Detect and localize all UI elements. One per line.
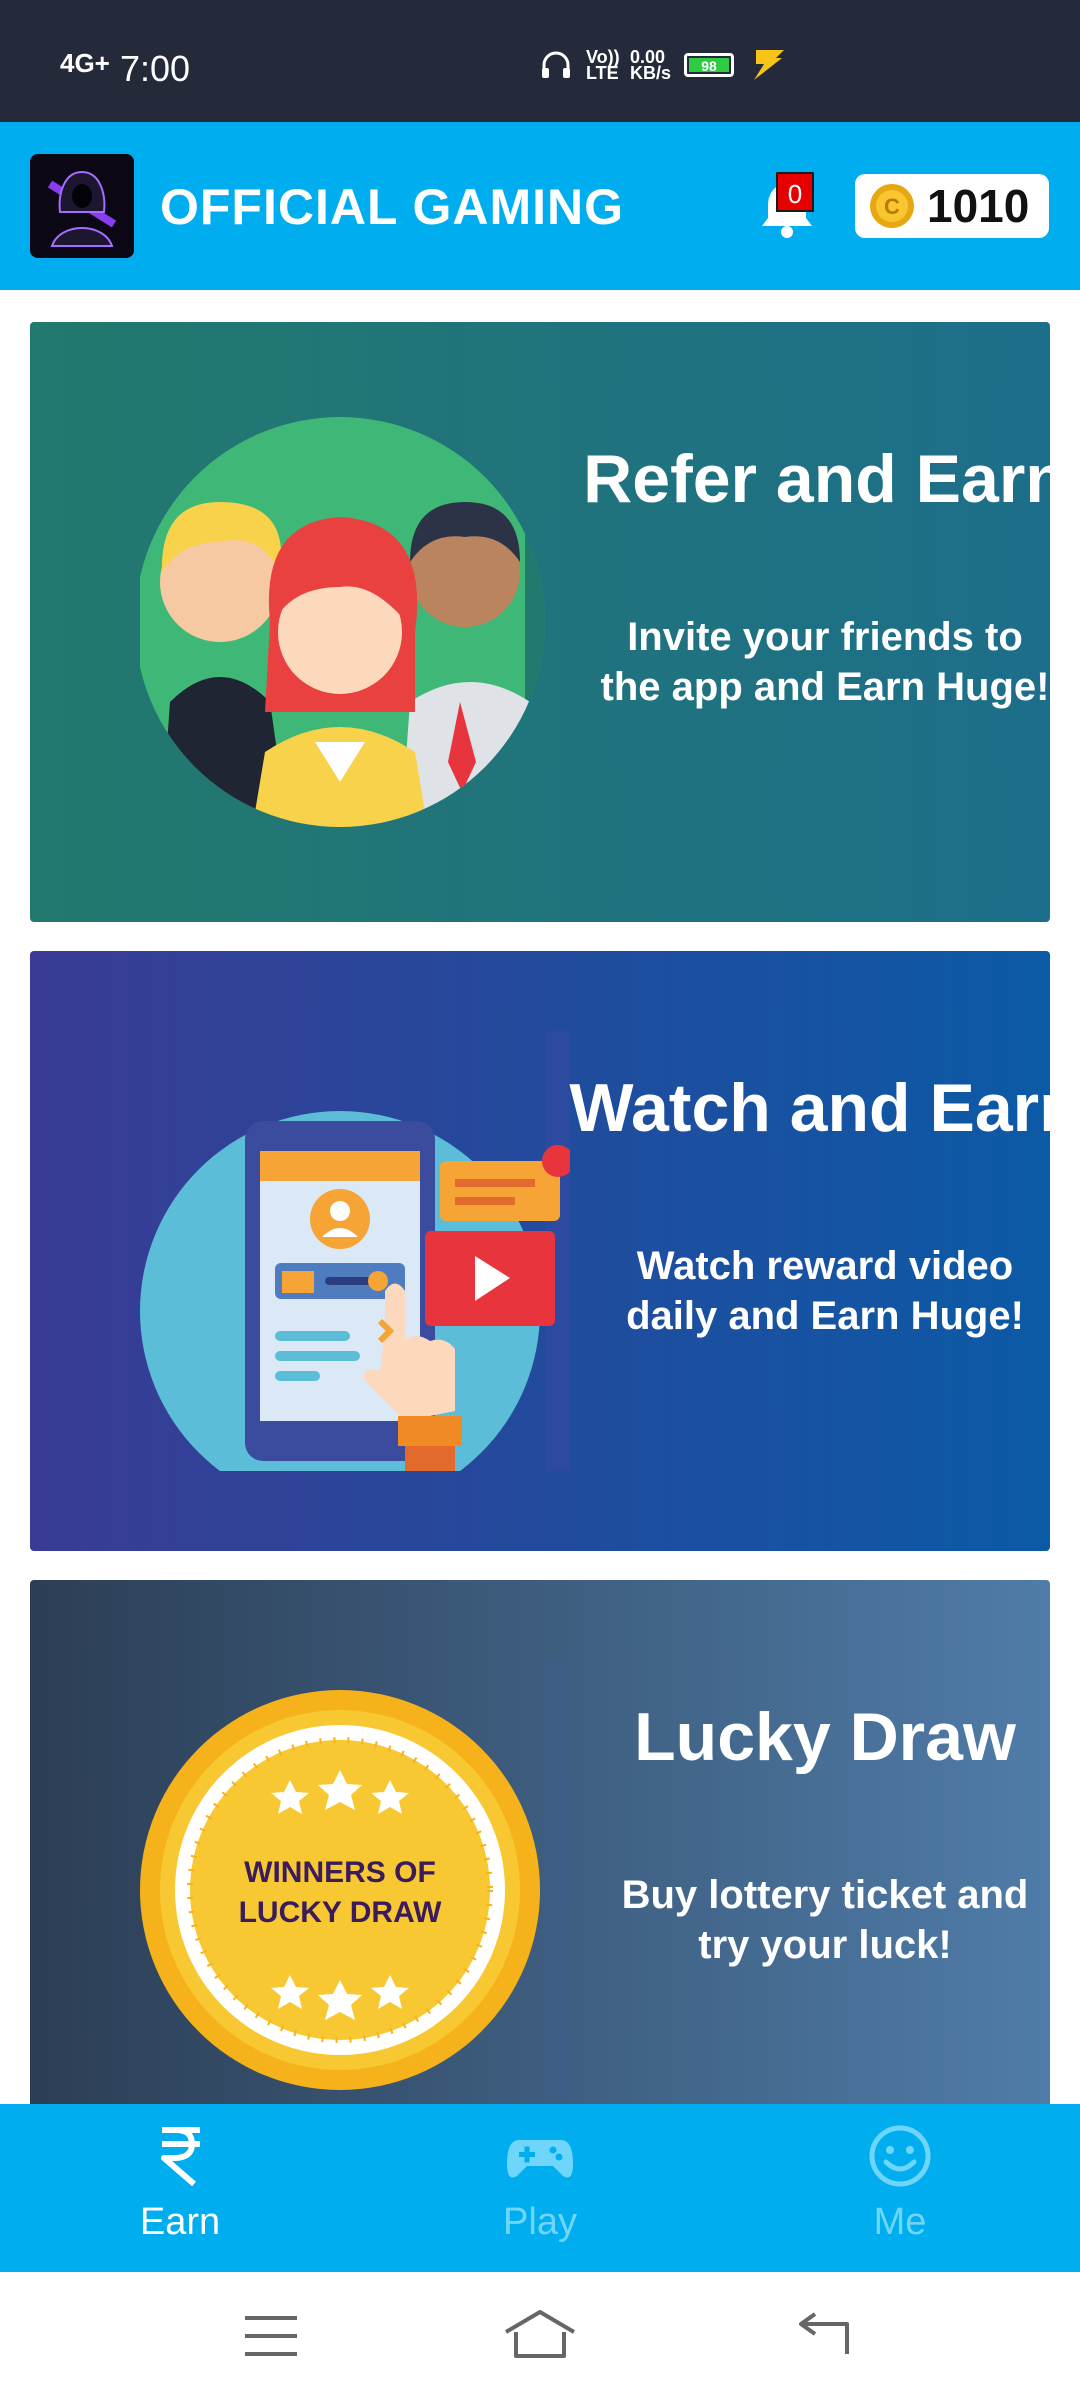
headphones-icon bbox=[542, 51, 570, 78]
card-subtitle-line2: daily and Earn Huge! bbox=[626, 1294, 1024, 1338]
back-icon[interactable] bbox=[795, 2312, 851, 2358]
nav-tab-me[interactable]: Me bbox=[800, 2124, 1000, 2244]
nav-tab-earn[interactable]: Earn bbox=[80, 2124, 280, 2244]
lucky-draw-badge-illustration: WINNERS OF LUCKY DRAW bbox=[140, 1660, 570, 2100]
network-speed: 0.00 KB/s bbox=[630, 47, 672, 83]
friends-illustration bbox=[140, 417, 545, 827]
badge-text-line2: LUCKY DRAW bbox=[239, 1896, 442, 1929]
coin-icon: C bbox=[870, 184, 914, 228]
hooded-figure-icon bbox=[30, 154, 134, 258]
card-subtitle-line1: Watch reward video bbox=[636, 1244, 1014, 1288]
video-reward-illustration bbox=[140, 1031, 570, 1471]
card-title: Lucky Draw bbox=[634, 1699, 1016, 1775]
battery-icon: 98 bbox=[684, 53, 734, 77]
menu-icon[interactable] bbox=[243, 2314, 299, 2358]
gamepad-icon bbox=[507, 2140, 573, 2178]
coin-balance[interactable]: C 1010 bbox=[855, 174, 1049, 238]
app-title: OFFICIAL GAMING bbox=[160, 179, 625, 235]
nav-label: Play bbox=[503, 2201, 577, 2243]
badge-text-line1: WINNERS OF bbox=[244, 1856, 436, 1889]
status-bar: 4G+ 7:00 Vo)) LTE 0.00 KB/s 98 bbox=[0, 0, 1080, 122]
nav-tab-play[interactable]: Play bbox=[440, 2124, 640, 2244]
lucky-draw-card[interactable]: WINNERS OF LUCKY DRAW Lucky Draw Buy lot… bbox=[30, 1580, 1050, 2180]
watch-and-earn-card[interactable]: Watch and Earn Watch reward video daily … bbox=[30, 951, 1050, 1551]
status-time: 7:00 bbox=[120, 48, 191, 89]
network-indicator: 4G+ bbox=[60, 48, 110, 78]
card-title: Refer and Earn bbox=[583, 441, 1050, 517]
card-subtitle-line2: try your luck! bbox=[698, 1923, 952, 1967]
notification-badge: 0 bbox=[776, 172, 814, 212]
charging-icon bbox=[754, 50, 784, 80]
refer-and-earn-card[interactable]: Refer and Earn Invite your friends to th… bbox=[30, 322, 1050, 922]
volte-indicator: Vo)) LTE bbox=[586, 47, 620, 83]
home-icon[interactable] bbox=[502, 2308, 578, 2360]
card-title: Watch and Earn bbox=[569, 1070, 1050, 1146]
system-navigation-bar bbox=[0, 2272, 1080, 2400]
app-logo[interactable] bbox=[30, 154, 134, 258]
card-subtitle-line1: Invite your friends to bbox=[627, 615, 1023, 659]
status-icons: Vo)) LTE 0.00 KB/s 98 bbox=[540, 48, 788, 82]
nav-label: Me bbox=[873, 2201, 927, 2243]
app-bar: OFFICIAL GAMING 0 C 1010 bbox=[0, 122, 1080, 290]
coin-count: 1010 bbox=[927, 180, 1030, 232]
rupee-icon bbox=[161, 2127, 200, 2187]
smiley-icon bbox=[869, 2125, 931, 2187]
svg-text:C: C bbox=[884, 194, 900, 219]
card-subtitle-line2: the app and Earn Huge! bbox=[600, 665, 1050, 709]
bottom-navigation: Earn Play Me bbox=[0, 2104, 1080, 2272]
card-subtitle-line1: Buy lottery ticket and bbox=[621, 1873, 1029, 1917]
battery-level: 98 bbox=[689, 58, 729, 74]
nav-label: Earn bbox=[139, 2201, 221, 2243]
